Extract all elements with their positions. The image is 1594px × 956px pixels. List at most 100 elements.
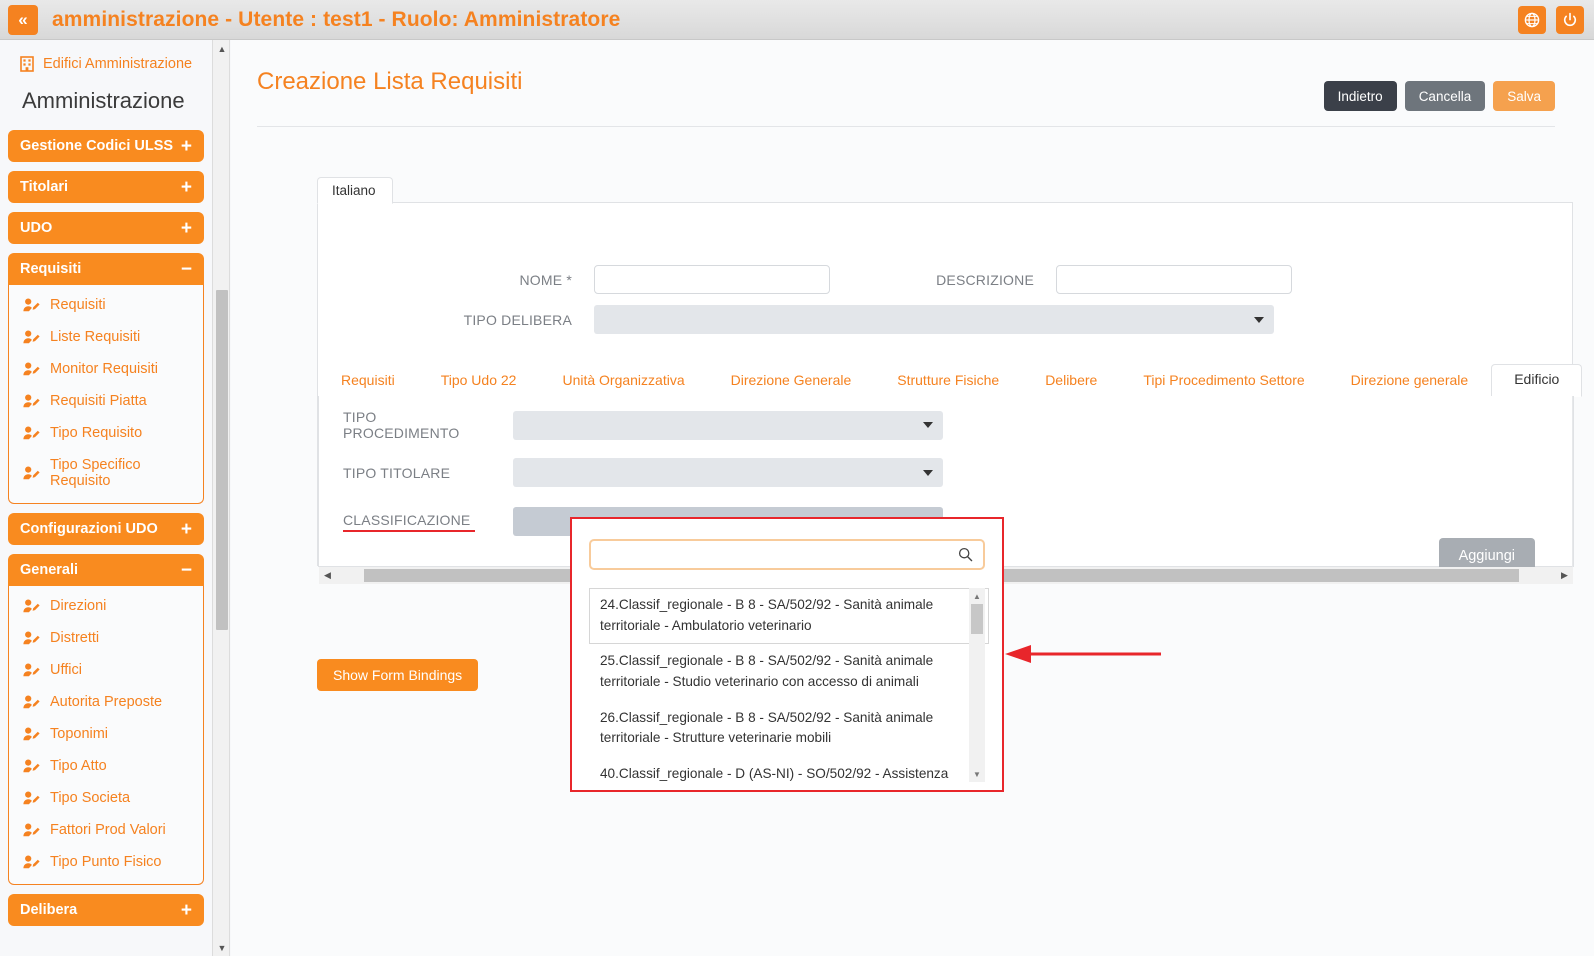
user-edit-icon <box>23 823 40 837</box>
tab-italiano[interactable]: Italiano <box>317 177 393 204</box>
inner-tab-strip: Requisiti Tipo Udo 22 Unità Organizzativa D… <box>318 364 1583 397</box>
form-card: Italiano NOME * DESCRIZIONE TIPO DELIBER… <box>317 177 1583 584</box>
sidebar-item-fattori-prod-valori[interactable]: Fattori Prod Valori <box>9 814 203 846</box>
page-title: Creazione Lista Requisiti <box>257 68 523 95</box>
field-descrizione: DESCRIZIONE <box>908 265 1292 294</box>
sidebar-section-label: Generali <box>20 562 79 578</box>
tab-tipo-udo-22[interactable]: Tipo Udo 22 <box>418 365 540 397</box>
sidebar-item-label: Fattori Prod Valori <box>50 822 166 838</box>
show-form-bindings-button[interactable]: Show Form Bindings <box>317 659 479 691</box>
indietro-button[interactable]: Indietro <box>1323 81 1397 111</box>
sidebar-section-titolari[interactable]: Titolari + <box>8 171 204 203</box>
power-icon[interactable] <box>1556 5 1584 34</box>
sidebar-collapse-button[interactable]: « <box>8 4 38 35</box>
dropdown-scrollbar[interactable]: ▲ ▼ <box>969 588 985 782</box>
sidebar-item-label: Tipo Societa <box>50 790 131 806</box>
tab-edificio[interactable]: Edificio <box>1491 364 1583 397</box>
user-edit-icon <box>23 855 40 869</box>
tipo-delibera-select[interactable] <box>594 305 1274 334</box>
dropdown-option[interactable]: 25.Classif_regionale - B 8 - SA/502/92 -… <box>589 644 989 700</box>
main-content: Creazione Lista Requisiti Indietro Cancel… <box>231 40 1594 956</box>
sidebar-section-label: Delibera <box>20 902 78 918</box>
sidebar-sections: Gestione Codici ULSS + Titolari + UDO + Requis… <box>8 130 204 926</box>
sidebar-scroll-thumb[interactable] <box>216 290 228 630</box>
tab-delibere[interactable]: Delibere <box>1022 365 1120 397</box>
dropdown-scroll-thumb[interactable] <box>971 604 983 634</box>
cancella-button[interactable]: Cancella <box>1404 81 1486 111</box>
sidebar-item-monitor-requisiti[interactable]: Monitor Requisiti <box>9 353 203 385</box>
nome-input[interactable] <box>594 265 830 294</box>
user-edit-icon <box>23 791 40 805</box>
dropdown-option[interactable]: 24.Classif_regionale - B 8 - SA/502/92 -… <box>589 588 989 645</box>
sidebar-item-toponimi[interactable]: Toponimi <box>9 718 203 750</box>
sidebar-item-direzioni[interactable]: Direzioni <box>9 590 203 622</box>
field-tipo-procedimento: TIPO PROCEDIMENTO <box>343 409 943 441</box>
user-edit-icon <box>23 663 40 677</box>
sidebar-item-label: Requisiti Piatta <box>50 393 147 409</box>
dropdown-scroll-up-arrow[interactable]: ▲ <box>969 588 985 604</box>
search-icon[interactable] <box>958 547 983 562</box>
dropdown-scroll-down-arrow[interactable]: ▼ <box>969 766 985 782</box>
hscroll-left-arrow[interactable]: ◀ <box>319 567 336 584</box>
sidebar-section-label: UDO <box>20 220 53 236</box>
page-header: Creazione Lista Requisiti Indietro Cancel… <box>231 40 1594 130</box>
globe-icon[interactable] <box>1518 5 1546 34</box>
sidebar-item-distretti[interactable]: Distretti <box>9 622 203 654</box>
dropdown-option-list[interactable]: 24.Classif_regionale - B 8 - SA/502/92 -… <box>589 588 989 782</box>
tipo-procedimento-select[interactable] <box>513 410 943 440</box>
dropdown-option[interactable]: 26.Classif_regionale - B 8 - SA/502/92 -… <box>589 701 989 757</box>
sidebar-item-uffici[interactable]: Uffici <box>9 654 203 686</box>
sidebar-section-udo[interactable]: UDO + <box>8 212 204 244</box>
sidebar-item-tipo-atto[interactable]: Tipo Atto <box>9 750 203 782</box>
field-descrizione-label: DESCRIZIONE <box>936 271 1034 288</box>
top-bar: « amministrazione - Utente : test1 - Ruo… <box>0 0 1594 40</box>
sidebar-scroll-up-arrow[interactable]: ▲ <box>213 40 231 57</box>
sidebar-item-edifici-amministrazione[interactable]: Edifici Amministrazione <box>8 40 204 82</box>
sidebar-section-gestione-codici-ulss[interactable]: Gestione Codici ULSS + <box>8 130 204 162</box>
tab-direzione-generale[interactable]: Direzione generale <box>1328 365 1492 397</box>
sidebar-item-label: Uffici <box>50 662 82 678</box>
sidebar-item-tipo-requisito[interactable]: Tipo Requisito <box>9 417 203 449</box>
sidebar-item-label: Tipo Requisito <box>50 425 143 441</box>
dropdown-search-box[interactable] <box>589 539 985 570</box>
sidebar-section-label: Titolari <box>20 179 69 195</box>
descrizione-input[interactable] <box>1056 265 1292 294</box>
salva-button[interactable]: Salva <box>1493 81 1555 111</box>
dropdown-option[interactable]: 40.Classif_regionale - D (AS-NI) - SO/50… <box>589 757 989 782</box>
sidebar-item-tipo-societa[interactable]: Tipo Societa <box>9 782 203 814</box>
user-edit-icon <box>23 695 40 709</box>
sidebar-section-requisiti[interactable]: Requisiti − <box>8 253 204 285</box>
sidebar-section-delibera[interactable]: Delibera + <box>8 894 204 926</box>
tab-requisiti[interactable]: Requisiti <box>318 365 418 397</box>
sidebar-scroll-down-arrow[interactable]: ▼ <box>213 939 231 956</box>
sidebar-scrollbar[interactable]: ▲ ▼ <box>212 40 230 956</box>
tipo-titolare-select[interactable] <box>513 458 943 487</box>
sidebar-item-label: Toponimi <box>50 726 109 742</box>
tab-strutture-fisiche[interactable]: Strutture Fisiche <box>874 365 1022 397</box>
tab-unità-organizzativa[interactable]: Unità Organizzativa <box>539 365 707 397</box>
sidebar-item-tipo-specifico-requisito[interactable]: Tipo Specifico Requisito <box>9 449 203 497</box>
building-icon <box>20 56 34 72</box>
field-tipo-delibera: TIPO DELIBERA <box>412 305 1274 334</box>
sidebar-item-tipo-punto-fisico[interactable]: Tipo Punto Fisico <box>9 846 203 878</box>
field-tipo-delibera-label: TIPO DELIBERA <box>463 311 572 328</box>
tab-direzione-generale[interactable]: Direzione Generale <box>708 365 875 397</box>
sidebar-item-requisiti[interactable]: Requisiti <box>9 289 203 321</box>
sidebar-section-generali[interactable]: Generali − <box>8 554 204 586</box>
collapse-icon: − <box>180 258 192 280</box>
tab-tipi-procedimento-settore[interactable]: Tipi Procedimento Settore <box>1120 365 1327 397</box>
sidebar-item-label: Direzioni <box>50 598 107 614</box>
sidebar-item-liste-requisiti[interactable]: Liste Requisiti <box>9 321 203 353</box>
sidebar-item-autorita-preposte[interactable]: Autorita Preposte <box>9 686 203 718</box>
hscroll-right-arrow[interactable]: ▶ <box>1556 567 1573 584</box>
user-edit-icon <box>23 631 40 645</box>
red-pointer-arrow <box>1003 642 1163 671</box>
expand-icon: + <box>180 217 192 239</box>
user-edit-icon <box>23 330 40 344</box>
dropdown-search-input[interactable] <box>591 541 958 568</box>
sidebar-section-configurazioni-udo[interactable]: Configurazioni UDO + <box>8 513 204 545</box>
user-edit-icon <box>23 362 40 376</box>
sidebar-item-label: Requisiti <box>50 297 106 313</box>
sidebar-item-requisiti-piatta[interactable]: Requisiti Piatta <box>9 385 203 417</box>
user-edit-icon <box>23 466 40 480</box>
